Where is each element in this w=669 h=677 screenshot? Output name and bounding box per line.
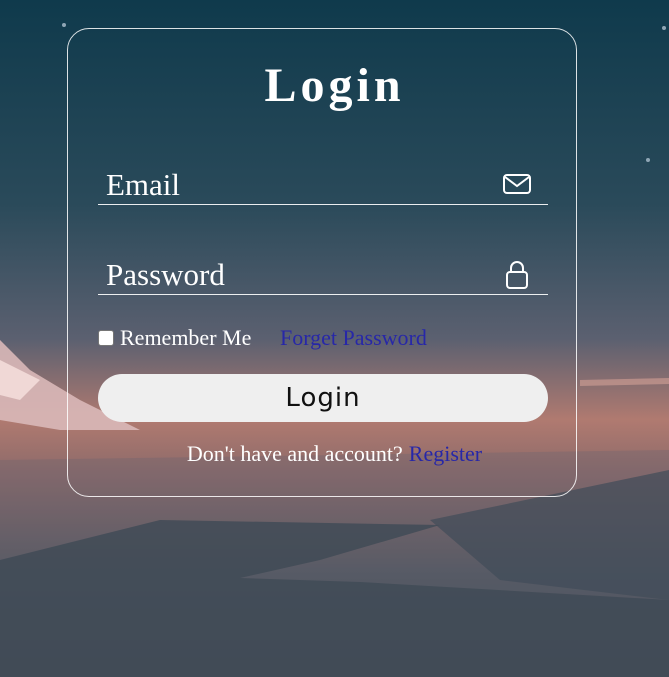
register-line: Don't have and account? Register (0, 440, 669, 468)
password-field[interactable]: Password (98, 255, 548, 295)
email-placeholder: Email (106, 167, 181, 202)
register-prompt: Don't have and account? (186, 441, 403, 466)
email-field[interactable]: Email (98, 165, 548, 205)
password-placeholder: Password (106, 257, 225, 292)
login-button[interactable]: Login (98, 374, 548, 422)
remember-me: Remember Me (98, 324, 251, 352)
envelope-icon (503, 174, 531, 194)
login-title: Login (264, 59, 405, 112)
remember-me-checkbox[interactable] (98, 330, 114, 346)
lock-icon (506, 261, 528, 289)
remember-me-label: Remember Me (120, 325, 252, 350)
register-link[interactable]: Register (409, 441, 482, 466)
forgot-password-link[interactable]: Forget Password (280, 324, 427, 352)
